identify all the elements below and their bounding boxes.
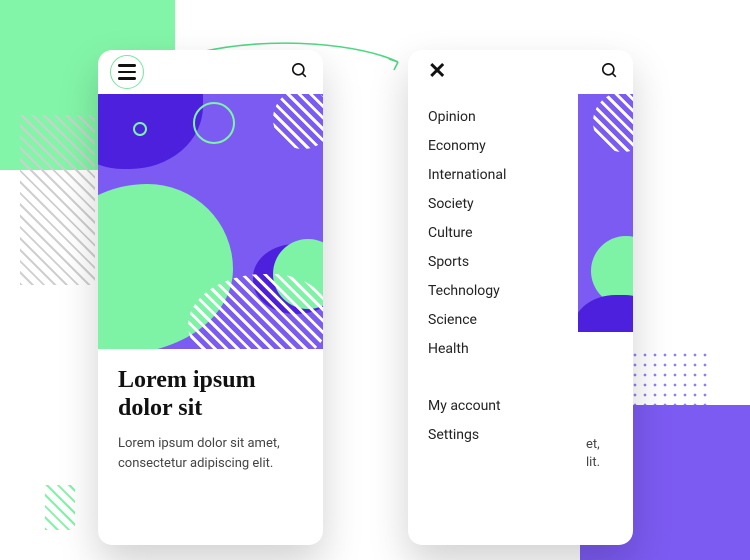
search-icon (290, 61, 309, 80)
nav-item-opinion[interactable]: Opinion (428, 102, 578, 131)
phone-mock-menu-open: et, lit. ✕ Opinion Economy International… (408, 50, 633, 545)
article-card: Lorem ipsum dolor sit Lorem ipsum dolor … (98, 349, 323, 491)
search-icon (600, 61, 619, 80)
close-menu-button[interactable]: ✕ (426, 57, 448, 87)
nav-section-list: Opinion Economy International Society Cu… (428, 102, 578, 363)
nav-item-health[interactable]: Health (428, 334, 578, 363)
bg-diagonal-stripes-small (45, 485, 75, 530)
content-peek: et, lit. (578, 94, 633, 545)
nav-item-economy[interactable]: Economy (428, 131, 578, 160)
bg-diagonal-stripes (20, 115, 95, 285)
nav-item-international[interactable]: International (428, 160, 578, 189)
nav-item-my-account[interactable]: My account (428, 391, 578, 420)
nav-item-technology[interactable]: Technology (428, 276, 578, 305)
article-title: Lorem ipsum dolor sit (118, 367, 303, 422)
top-bar: ✕ (408, 50, 633, 94)
phone-mock-collapsed: Lorem ipsum dolor sit Lorem ipsum dolor … (98, 50, 323, 545)
hamburger-icon (118, 64, 136, 80)
article-body: Lorem ipsum dolor sit amet, consectetur … (118, 434, 303, 473)
nav-item-settings[interactable]: Settings (428, 420, 578, 449)
nav-item-sports[interactable]: Sports (428, 247, 578, 276)
search-button[interactable] (290, 61, 309, 84)
nav-item-society[interactable]: Society (428, 189, 578, 218)
hamburger-button[interactable] (110, 55, 144, 89)
article-peek-text: et, lit. (578, 332, 633, 545)
search-button[interactable] (600, 61, 619, 84)
nav-account-list: My account Settings (428, 391, 578, 449)
nav-drawer: Opinion Economy International Society Cu… (408, 94, 578, 449)
nav-item-culture[interactable]: Culture (428, 218, 578, 247)
nav-item-science[interactable]: Science (428, 305, 578, 334)
close-icon: ✕ (428, 59, 446, 84)
top-bar (98, 50, 323, 94)
hero-illustration (98, 94, 323, 349)
